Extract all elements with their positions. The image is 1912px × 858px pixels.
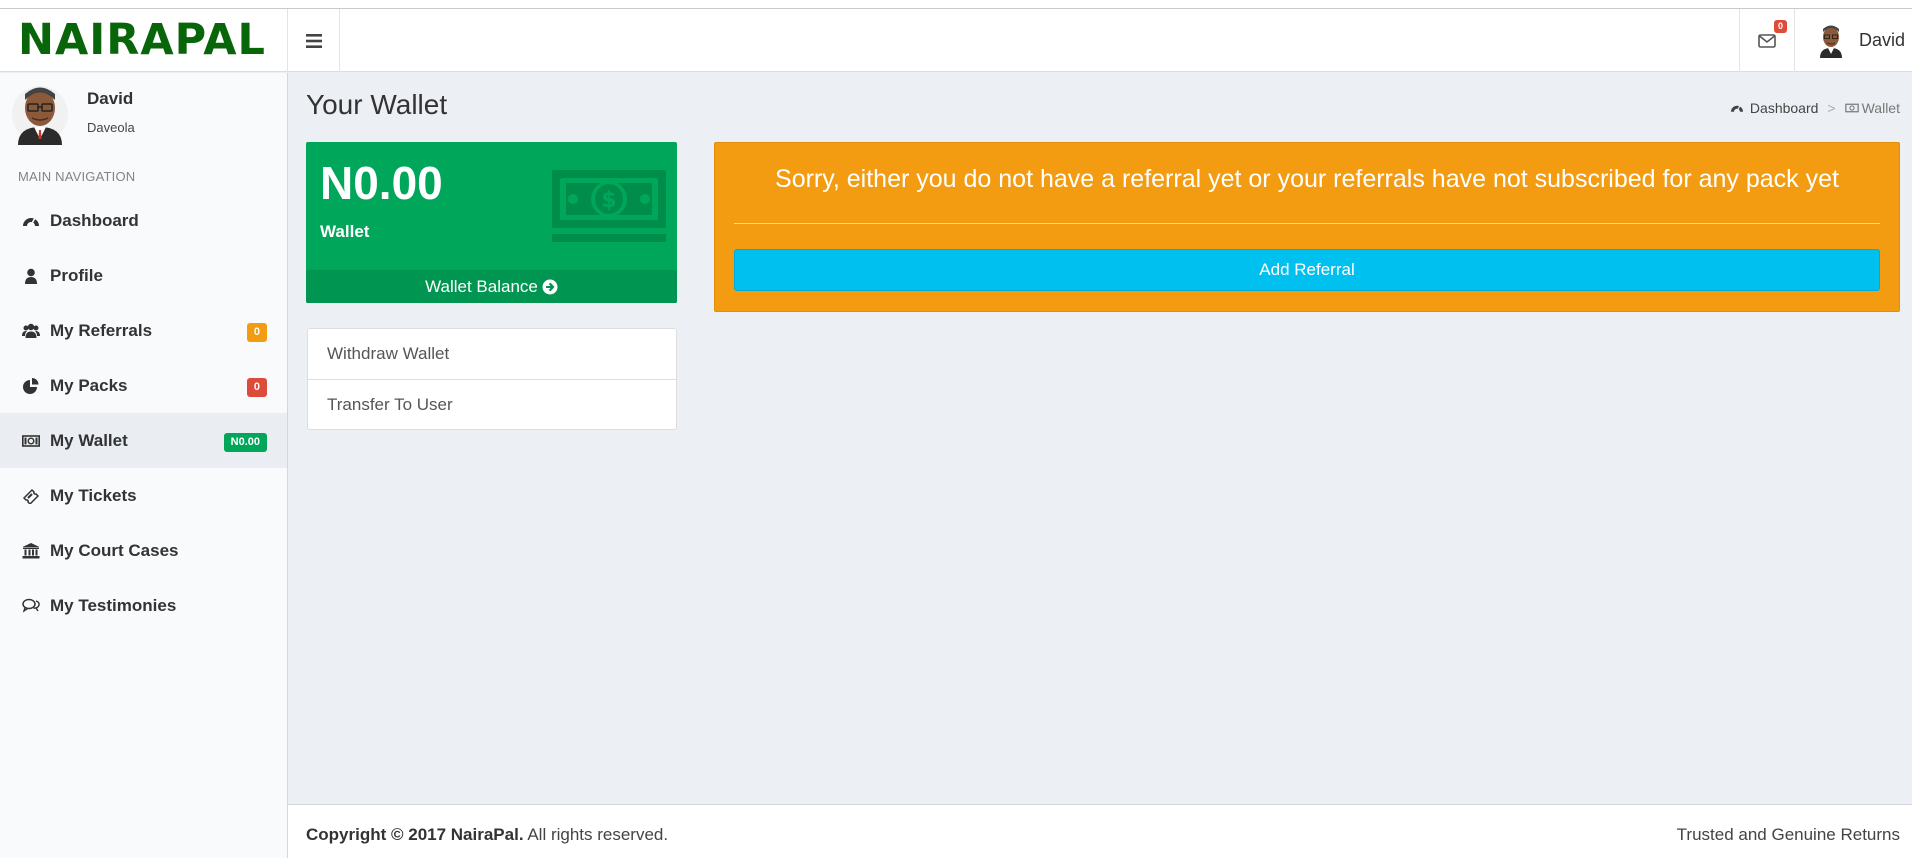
alert-message: Sorry, either you do not have a referral… — [775, 165, 1839, 193]
hamburger-icon — [305, 33, 322, 48]
pie-chart-icon — [20, 377, 42, 395]
money-icon: $ — [552, 170, 666, 242]
bank-icon — [20, 542, 42, 560]
sidebar-item-label: My Referrals — [50, 320, 153, 340]
sidebar-item-testimonies[interactable]: My Testimonies — [0, 578, 287, 633]
top-navbar: NAIRAPAL 0 David — [0, 9, 1912, 72]
sidebar-item-label: Dashboard — [50, 210, 139, 230]
sidebar-item-label: My Packs — [50, 375, 128, 395]
wallet-label: Wallet — [320, 222, 370, 241]
footer-tagline: Trusted and Genuine Returns — [1676, 825, 1900, 844]
messages-button[interactable]: 0 — [1739, 9, 1795, 72]
user-menu-name: David — [1859, 30, 1906, 50]
nav-header: MAIN NAVIGATION — [18, 169, 136, 184]
sidebar-item-label: My Tickets — [50, 485, 137, 505]
money-icon — [20, 432, 42, 450]
footer-copyright-rest: All rights reserved. — [523, 825, 669, 844]
avatar — [1820, 25, 1842, 58]
wallet-balance-badge: N0.00 — [223, 433, 267, 452]
money-icon — [1844, 103, 1859, 113]
breadcrumb-home-link[interactable]: Dashboard — [1750, 100, 1819, 116]
divider — [734, 223, 1880, 224]
sidebar-item-label: My Court Cases — [50, 540, 179, 560]
wallet-summary-box: N0.00 Wallet $ Wallet Balance — [306, 142, 677, 303]
sidebar-item-tickets[interactable]: My Tickets — [0, 468, 287, 523]
wallet-balance-link[interactable]: Wallet Balance — [306, 270, 677, 303]
user-menu[interactable]: David — [1796, 9, 1912, 72]
add-referral-button[interactable]: Add Referral — [734, 249, 1880, 291]
packs-count-badge: 0 — [246, 378, 267, 397]
sidebar-item-wallet[interactable]: My Wallet N0.00 — [0, 413, 287, 468]
user-icon — [20, 267, 42, 285]
footer-copyright: Copyright © 2017 NairaPal. All rights re… — [306, 825, 668, 845]
comments-icon — [20, 597, 42, 615]
user-panel-subtitle: Daveola — [87, 120, 135, 135]
avatar — [12, 86, 68, 145]
sidebar-item-referrals[interactable]: My Referrals 0 — [0, 303, 287, 358]
referrals-count-badge: 0 — [246, 323, 267, 342]
wallet-balance-label: Wallet Balance — [425, 276, 538, 296]
breadcrumb-current: Wallet — [1861, 100, 1900, 116]
footer-copyright-bold: Copyright © 2017 NairaPal. — [306, 825, 524, 844]
page-title: Your Wallet — [306, 89, 448, 120]
user-panel: David Daveola — [12, 83, 282, 151]
users-icon — [20, 322, 42, 340]
transfer-to-user-link[interactable]: Transfer To User — [308, 379, 676, 429]
dashboard-icon — [20, 212, 42, 230]
wallet-amount: N0.00 — [320, 157, 443, 209]
sidebar-toggle-button[interactable] — [288, 9, 340, 72]
withdraw-wallet-link[interactable]: Withdraw Wallet — [308, 329, 676, 379]
messages-count-badge: 0 — [1774, 20, 1788, 33]
breadcrumb-separator: > — [1827, 100, 1836, 116]
sidebar-item-profile[interactable]: Profile — [0, 248, 287, 303]
wallet-actions-list: Withdraw Wallet Transfer To User — [307, 328, 677, 430]
sidebar-item-court-cases[interactable]: My Court Cases — [0, 523, 287, 578]
logo-text: NAIRAPAL — [18, 15, 266, 65]
envelope-icon — [1758, 33, 1776, 48]
referral-warning-alert: Sorry, either you do not have a referral… — [714, 142, 1900, 312]
page-footer: Copyright © 2017 NairaPal. All rights re… — [288, 804, 1912, 858]
sidebar-item-dashboard[interactable]: Dashboard — [0, 193, 287, 248]
sidebar-item-label: My Wallet — [50, 430, 128, 450]
svg-text:$: $ — [601, 188, 616, 213]
sidebar: David Daveola MAIN NAVIGATION Dashboard … — [0, 73, 288, 858]
sidebar-menu: Dashboard Profile My Referrals 0 My Pack… — [0, 193, 287, 633]
dashboard-icon — [1730, 105, 1743, 112]
ticket-icon — [20, 487, 42, 505]
user-panel-name: David — [87, 89, 134, 108]
logo[interactable]: NAIRAPAL — [0, 9, 288, 72]
sidebar-item-packs[interactable]: My Packs 0 — [0, 358, 287, 413]
arrow-circle-right-icon — [542, 279, 558, 294]
breadcrumb: Dashboard > Wallet — [1730, 100, 1900, 116]
sidebar-item-label: My Testimonies — [50, 595, 177, 615]
browser-top-border — [0, 0, 1912, 9]
sidebar-item-label: Profile — [50, 265, 103, 285]
